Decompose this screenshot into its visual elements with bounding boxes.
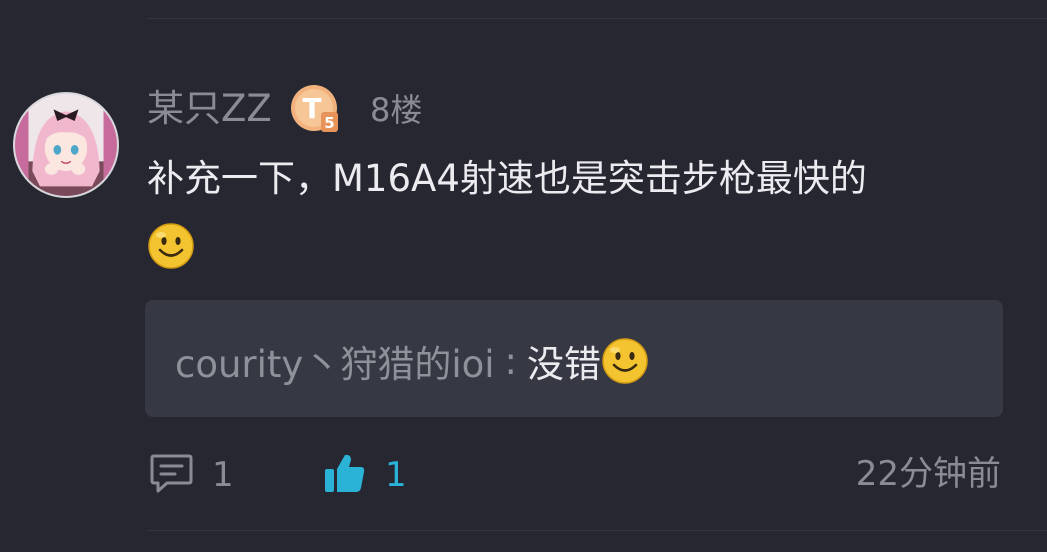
username[interactable]: 某只ZZ xyxy=(147,86,272,132)
level-badge-icon: T 5 xyxy=(291,85,338,132)
svg-text:T: T xyxy=(302,92,321,125)
thumbs-up-icon[interactable] xyxy=(323,451,367,495)
reply-line: courity丶狩猎的ioi : 没错 xyxy=(175,335,649,387)
reply-preview[interactable]: courity丶狩猎的ioi : 没错 xyxy=(145,300,1003,417)
avatar[interactable] xyxy=(13,92,119,198)
divider xyxy=(147,530,1047,531)
reply-separator: : xyxy=(504,339,517,383)
smiley-emoji-icon xyxy=(147,222,195,270)
avatar-image xyxy=(15,94,117,196)
comment-content: 补充一下，M16A4射速也是突击步枪最快的 xyxy=(147,157,867,200)
like-count: 1 xyxy=(385,455,407,495)
svg-text:5: 5 xyxy=(324,114,334,132)
reply-text: 没错 xyxy=(527,343,601,386)
divider xyxy=(147,18,1047,19)
comment-page: 某只ZZ T 5 8楼 补充一下，M16A4射速也是突击步枪最快的 courit… xyxy=(0,0,1047,552)
reply-author[interactable]: courity丶狩猎的ioi xyxy=(175,334,495,388)
timestamp: 22分钟前 xyxy=(855,454,1001,494)
comment-count: 1 xyxy=(212,455,234,495)
comment-icon[interactable] xyxy=(149,453,194,496)
smiley-emoji-icon xyxy=(601,337,649,385)
floor-number: 8楼 xyxy=(370,91,423,129)
